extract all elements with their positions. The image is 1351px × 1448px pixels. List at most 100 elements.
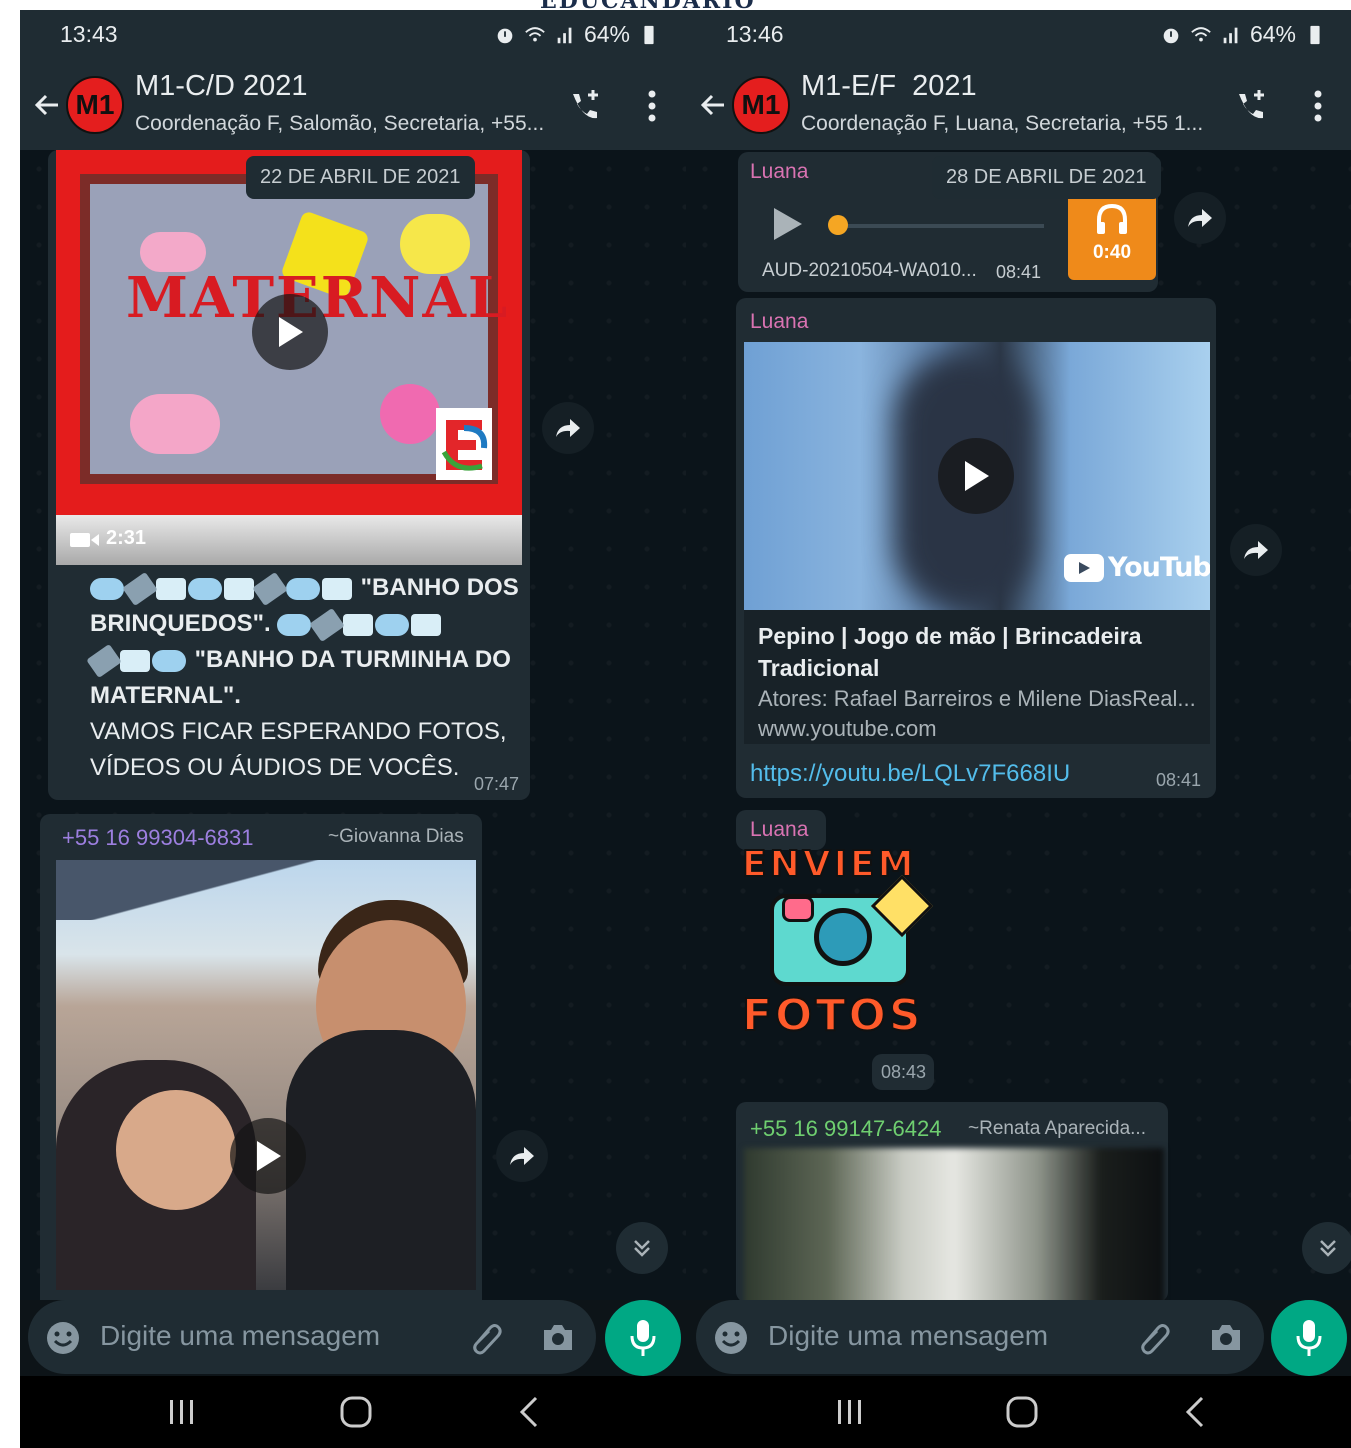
- screenshots-frame: 13:43 64% M1 M1-C/D 2021 Coordenação F, …: [20, 10, 1351, 1448]
- camera-icon[interactable]: [1208, 1320, 1244, 1356]
- logo-mark: [441, 420, 488, 471]
- link-description: Atores: Rafael Barreiros e Milene DiasRe…: [758, 686, 1196, 711]
- alarm-icon: [497, 28, 513, 43]
- emoji-icon[interactable]: [46, 1321, 80, 1355]
- flower-shape: [380, 384, 440, 444]
- signal-icon: [557, 27, 572, 43]
- audio-play-icon[interactable]: [768, 204, 808, 244]
- sender-phone[interactable]: +55 16 99304-6831: [62, 825, 253, 851]
- youtube-wordmark: YouTube: [1108, 552, 1210, 583]
- nav-back-icon[interactable]: [1176, 1394, 1216, 1430]
- play-icon: [257, 1141, 281, 1171]
- sender-name[interactable]: Luana: [750, 818, 808, 842]
- battery-icon: [1310, 25, 1320, 44]
- message-input[interactable]: Digite uma mensagem: [100, 1320, 380, 1352]
- audio-progress-track[interactable]: [834, 224, 1044, 228]
- video-duration: 2:31: [106, 527, 147, 549]
- chat-area[interactable]: MATERNAL 2:31 "BANHO DOS BRINQUEDOS". "B…: [20, 150, 686, 1300]
- back-arrow-icon[interactable]: [32, 90, 62, 120]
- chat-header: M1 M1-C/D 2021 Coordenação F, Salomão, S…: [20, 58, 686, 150]
- battery-icon: [644, 25, 654, 44]
- message-composer[interactable]: Digite uma mensagem: [696, 1300, 1264, 1374]
- photo-thumbnail[interactable]: [56, 860, 476, 1290]
- photo-thumbnail[interactable]: [744, 1148, 1164, 1300]
- wifi-icon: [1191, 26, 1211, 41]
- chat-header: M1 M1-E/F 2021 Coordenação F, Luana, Sec…: [686, 58, 1351, 150]
- youtube-thumbnail[interactable]: YouTube: [744, 342, 1210, 610]
- status-bar: 13:46 64%: [686, 10, 1351, 58]
- photo-message-bubble[interactable]: +55 16 99147-6424 ~Renata Aparecida...: [736, 1102, 1168, 1300]
- forward-button[interactable]: [1230, 524, 1282, 576]
- left-phone: 13:43 64% M1 M1-C/D 2021 Coordenação F, …: [20, 10, 686, 1448]
- message-input[interactable]: Digite uma mensagem: [768, 1320, 1048, 1352]
- voice-record-button[interactable]: [605, 1300, 681, 1376]
- add-call-icon[interactable]: [565, 86, 605, 126]
- signal-icon: [1223, 27, 1238, 43]
- status-time: 13:43: [60, 21, 118, 47]
- double-chevron-down-icon: [1320, 1240, 1336, 1257]
- wifi-icon: [525, 26, 545, 41]
- video-info-bar: 2:31: [56, 515, 522, 565]
- video-message-bubble[interactable]: MATERNAL 2:31 "BANHO DOS BRINQUEDOS". "B…: [48, 150, 530, 800]
- link-title: Pepino | Jogo de mão | Brincadeira Tradi…: [758, 623, 1142, 682]
- message-composer[interactable]: Digite uma mensagem: [28, 1300, 596, 1374]
- video-thumbnail[interactable]: MATERNAL 2:31: [56, 150, 522, 565]
- battery-percent: 64%: [583, 21, 630, 47]
- top-watermark-strip: EDUCANDARIO: [0, 0, 1351, 10]
- chat-members[interactable]: Coordenação F, Salomão, Secretaria, +55.…: [135, 112, 544, 136]
- forward-icon: [556, 419, 580, 437]
- sender-phone[interactable]: +55 16 99147-6424: [750, 1116, 941, 1142]
- home-icon[interactable]: [1002, 1394, 1042, 1430]
- sticker-message[interactable]: ENVIEM FOTOS: [740, 840, 950, 1042]
- sticker-text-top: ENVIEM: [741, 843, 917, 886]
- voice-record-button[interactable]: [1271, 1300, 1347, 1376]
- home-icon[interactable]: [336, 1394, 376, 1430]
- status-bar: 13:43 64%: [20, 10, 686, 58]
- forward-icon: [1244, 541, 1268, 559]
- audio-scrubber[interactable]: [828, 215, 848, 235]
- link-preview-message[interactable]: Luana YouTube Pepino | Jogo de mão | Bri…: [736, 298, 1216, 798]
- headphones-icon: [1097, 203, 1127, 234]
- play-button[interactable]: [938, 438, 1014, 514]
- sender-name[interactable]: Luana: [750, 160, 808, 184]
- message-link[interactable]: https://youtu.be/LQLv7F668IU: [750, 760, 1070, 788]
- forward-button[interactable]: [542, 402, 594, 454]
- message-time: 08:41: [996, 262, 1042, 282]
- play-button[interactable]: [252, 294, 328, 370]
- audio-filename: AUD-20210504-WA010...: [762, 260, 977, 281]
- youtube-logo: YouTube: [1064, 552, 1210, 583]
- chat-area[interactable]: Luana 0:40 AUD-20210504-WA010... 08:41 2…: [686, 150, 1351, 1300]
- forward-button[interactable]: [1174, 192, 1226, 244]
- add-call-icon[interactable]: [1231, 86, 1271, 126]
- recent-apps-icon[interactable]: [162, 1394, 202, 1430]
- alarm-icon: [1163, 28, 1179, 43]
- link-preview-card[interactable]: Pepino | Jogo de mão | Brincadeira Tradi…: [744, 610, 1210, 744]
- forward-button[interactable]: [496, 1130, 548, 1182]
- date-chip: 22 DE ABRIL DE 2021: [246, 156, 475, 199]
- message-time: 07:47: [474, 774, 520, 794]
- chat-title[interactable]: M1-C/D 2021: [135, 70, 307, 103]
- status-time: 13:46: [726, 21, 784, 47]
- more-options-icon[interactable]: [1306, 88, 1330, 124]
- flower-shape: [130, 394, 220, 454]
- attach-icon[interactable]: [468, 1320, 504, 1356]
- play-button[interactable]: [230, 1118, 306, 1194]
- attach-icon[interactable]: [1136, 1320, 1172, 1356]
- avatar[interactable]: M1: [66, 76, 124, 134]
- more-options-icon[interactable]: [640, 88, 664, 124]
- nav-back-icon[interactable]: [510, 1394, 550, 1430]
- chat-title[interactable]: M1-E/F 2021: [801, 70, 977, 103]
- recent-apps-icon[interactable]: [830, 1394, 870, 1430]
- camera-icon[interactable]: [540, 1320, 576, 1356]
- sender-name[interactable]: Luana: [750, 310, 808, 334]
- scroll-down-button[interactable]: [616, 1222, 668, 1274]
- right-phone: 13:46 64% M1 M1-E/F 2021 Coordenação F, …: [686, 10, 1351, 1448]
- emoji-icon[interactable]: [714, 1321, 748, 1355]
- chat-members[interactable]: Coordenação F, Luana, Secretaria, +55 1.…: [801, 112, 1203, 136]
- scroll-down-button[interactable]: [1302, 1222, 1351, 1274]
- battery-percent: 64%: [1249, 21, 1296, 47]
- back-arrow-icon[interactable]: [698, 90, 728, 120]
- android-nav-bar: [686, 1376, 1351, 1448]
- avatar[interactable]: M1: [732, 76, 790, 134]
- date-chip: 28 DE ABRIL DE 2021: [932, 156, 1161, 199]
